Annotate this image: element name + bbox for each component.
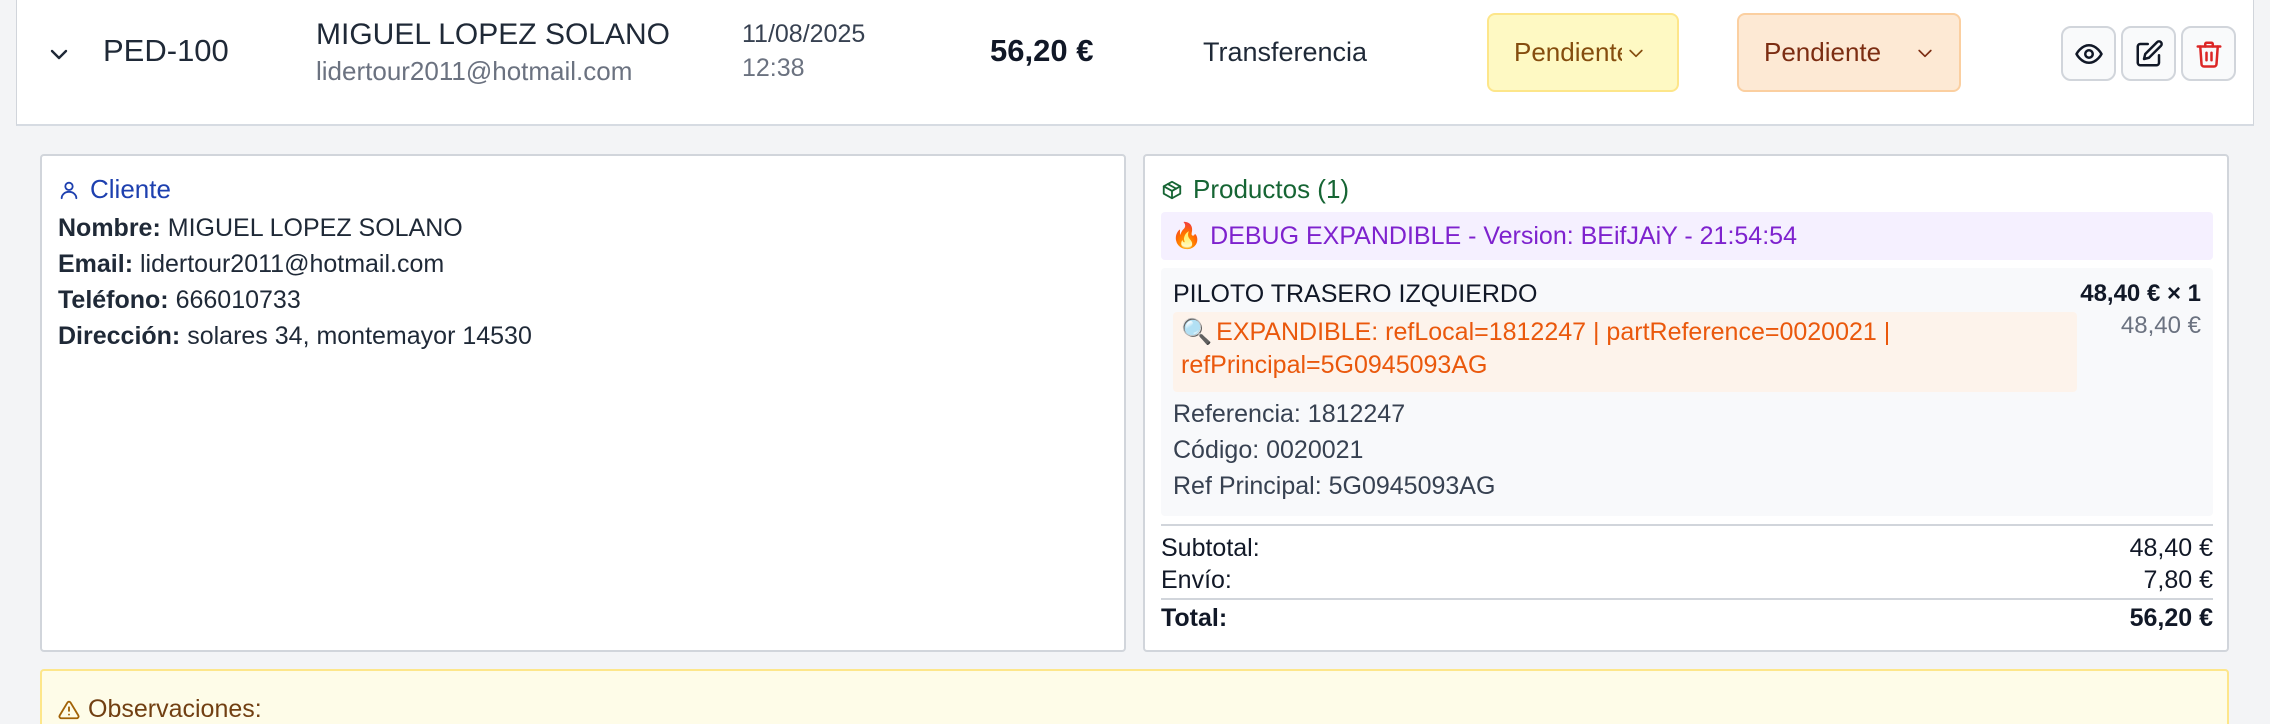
subtotal-value: 48,40 € [2129,534,2213,562]
totals-divider [1161,524,2213,526]
product-item: PILOTO TRASERO IZQUIERDO 48,40 € × 1 48,… [1161,268,2213,516]
customer-name: MIGUEL LOPEZ SOLANO [316,18,670,51]
client-section-title: Cliente [58,174,171,205]
shipping-row: Envío: 7,80 € [1161,566,2213,595]
products-section-title: Productos (1) [1161,174,1349,205]
chevron-down-icon [1629,49,1643,57]
client-panel: Cliente Nombre: MIGUEL LOPEZ SOLANO Emai… [40,154,1126,652]
client-phone-row: Teléfono: 666010733 [58,286,301,315]
observations-title-text: Observaciones: [88,695,262,723]
eye-icon [2074,43,2103,64]
payment-status-select[interactable]: Pendiente [1487,13,1679,92]
order-status-select[interactable]: Pendiente [1737,13,1961,92]
total-label: Total: [1161,604,1228,632]
magnifier-icon: 🔍 [1181,318,1213,346]
edit-icon [2136,39,2163,66]
order-row: PED-100 MIGUEL LOPEZ SOLANO lidertour201… [16,0,2254,126]
payment-method: Transferencia [1203,37,1368,67]
view-button[interactable] [2061,26,2116,81]
order-status-value: Pendiente [1764,37,1882,67]
client-address-label: Dirección: [58,322,181,350]
product-price-qty: 48,40 € × 1 [2080,280,2201,307]
order-amount: 56,20 € [990,33,1094,68]
product-main-ref: Ref Principal: 5G0945093AG [1173,472,1496,500]
fire-icon: 🔥 [1171,221,1203,250]
product-line-total: 48,40 € [2120,312,2201,339]
order-date: 11/08/2025 [742,20,866,48]
client-title-text: Cliente [90,174,171,204]
shipping-label: Envío: [1161,566,1232,594]
products-title-text: Productos (1) [1193,174,1350,204]
client-phone-label: Teléfono: [58,286,169,314]
debug-banner: 🔥 DEBUG EXPANDIBLE - Version: BEifJAiY -… [1161,212,2213,260]
client-name-value: MIGUEL LOPEZ SOLANO [167,214,463,242]
order-id: PED-100 [103,33,229,68]
trash-icon [2196,41,2221,68]
subtotal-row: Subtotal: 48,40 € [1161,534,2213,563]
shipping-value: 7,80 € [2143,566,2213,594]
client-address-value: solares 34, montemayor 14530 [187,322,532,350]
customer-email: lidertour2011@hotmail.com [316,56,633,86]
product-name: PILOTO TRASERO IZQUIERDO [1173,280,1538,308]
product-code: Código: 0020021 [1173,436,1364,464]
chevron-down-icon [50,49,68,60]
package-icon [1162,180,1182,199]
payment-status-value: Pendiente [1514,37,1622,67]
client-email-row: Email: lidertour2011@hotmail.com [58,250,444,279]
client-name-label: Nombre: [58,214,161,242]
delete-button[interactable] [2181,26,2236,81]
client-email-value: lidertour2011@hotmail.com [139,250,445,278]
order-time: 12:38 [742,54,805,82]
observations-panel: Observaciones: [40,669,2229,724]
subtotal-label: Subtotal: [1161,534,1260,562]
total-value: 56,20 € [2129,604,2213,632]
client-phone-value: 666010733 [175,286,301,314]
product-debug-text: EXPANDIBLE: refLocal=1812247 | partRefer… [1181,318,1891,379]
user-icon [60,181,78,199]
warning-icon [58,700,80,719]
edit-button[interactable] [2121,26,2176,81]
total-row: Total: 56,20 € [1161,604,2213,633]
products-panel: Productos (1) 🔥 DEBUG EXPANDIBLE - Versi… [1143,154,2229,652]
product-debug-box: 🔍 EXPANDIBLE: refLocal=1812247 | partRefe… [1173,312,2077,392]
debug-banner-text: DEBUG EXPANDIBLE - Version: BEifJAiY - 2… [1210,221,1797,250]
product-reference: Referencia: 1812247 [1173,400,1406,428]
chevron-down-icon [1918,49,1932,57]
observations-title: Observaciones: [58,695,262,724]
total-divider [1161,598,2213,600]
client-address-row: Dirección: solares 34, montemayor 14530 [58,322,532,351]
expand-toggle-button[interactable] [43,38,75,70]
client-name-row: Nombre: MIGUEL LOPEZ SOLANO [58,214,463,243]
client-email-label: Email: [58,250,134,278]
